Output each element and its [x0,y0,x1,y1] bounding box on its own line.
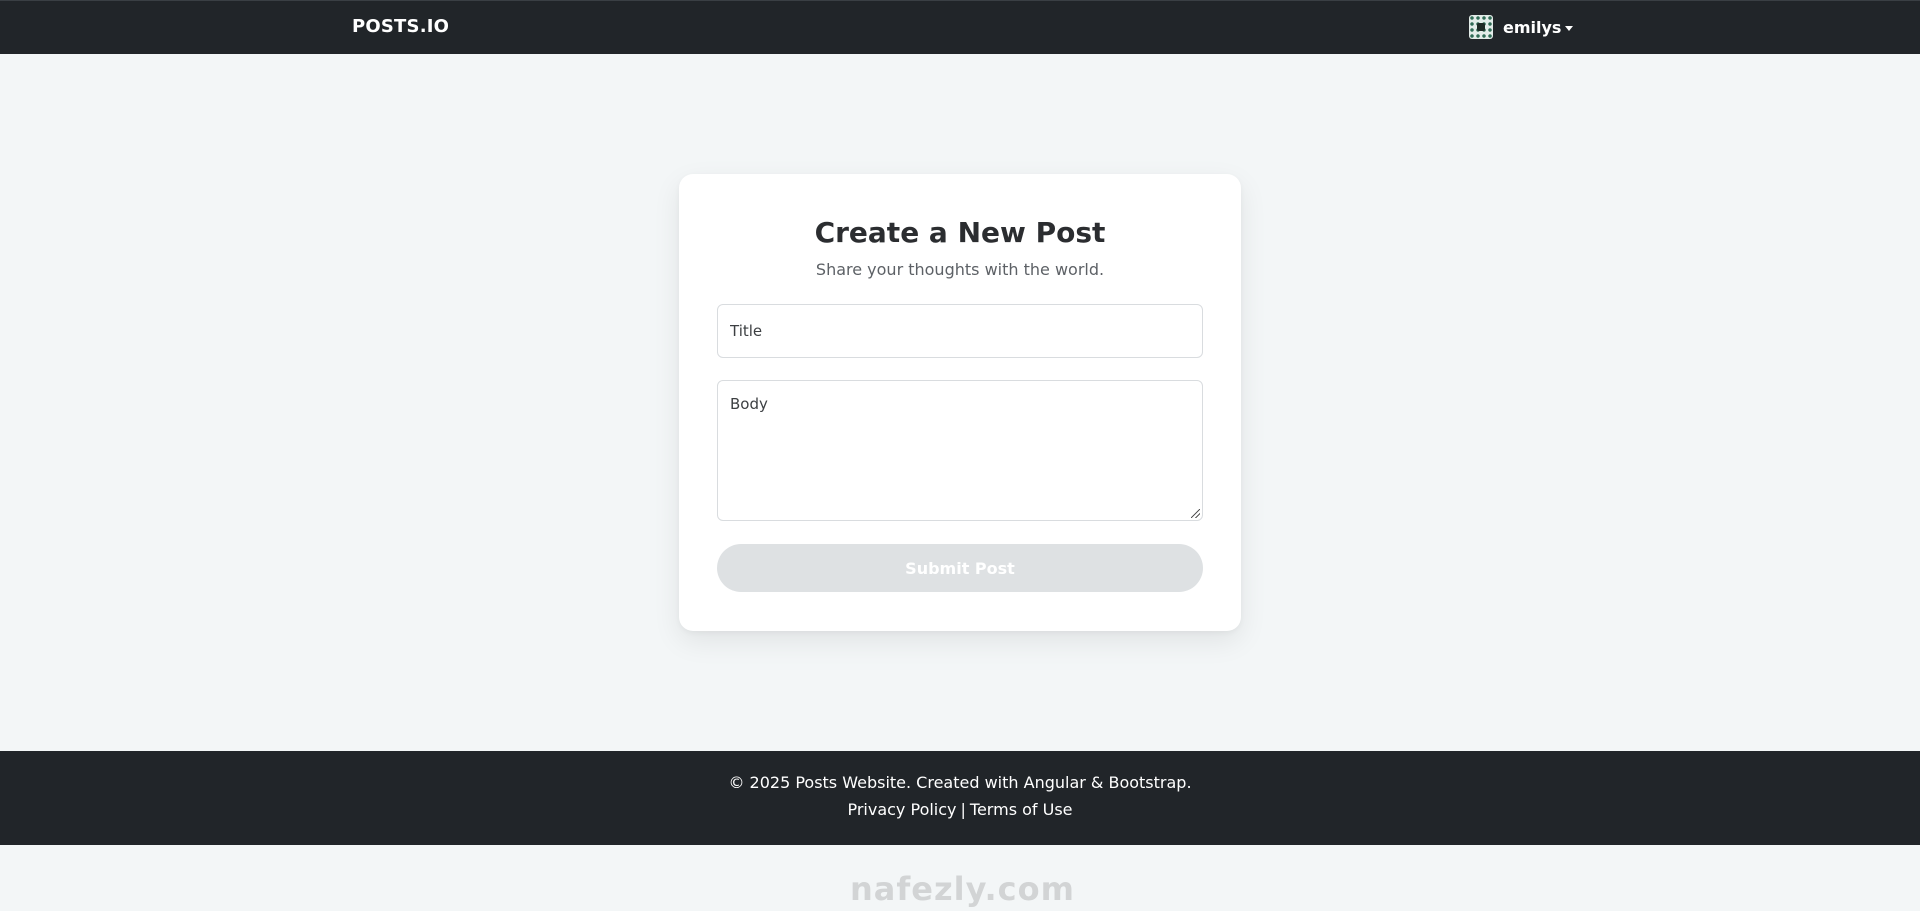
create-post-card: Create a New Post Share your thoughts wi… [679,174,1241,631]
page-subtitle: Share your thoughts with the world. [815,260,1105,279]
footer: © 2025 Posts Website. Created with Angul… [0,751,1920,845]
body-textarea[interactable] [717,380,1203,521]
footer-links: Privacy Policy | Terms of Use [0,800,1920,819]
username-label: emilys [1503,17,1562,37]
user-menu-toggle[interactable]: emilys [1469,15,1574,39]
footer-separator: | [960,800,966,819]
caret-down-icon [1565,25,1574,31]
watermark-domain: nafezly.com [850,870,1075,908]
avatar-icon [1469,15,1493,39]
submit-post-button[interactable]: Submit Post [717,544,1203,592]
page-title: Create a New Post [814,216,1106,249]
terms-of-use-link[interactable]: Terms of Use [970,800,1073,819]
brand-logo-link[interactable]: POSTS.IO [352,16,449,37]
title-input[interactable] [717,304,1203,358]
privacy-policy-link[interactable]: Privacy Policy [847,800,956,819]
top-navbar: POSTS.IO emilys [0,0,1920,54]
footer-copyright: © 2025 Posts Website. Created with Angul… [728,773,1192,792]
resize-grip-icon[interactable] [1191,509,1200,518]
